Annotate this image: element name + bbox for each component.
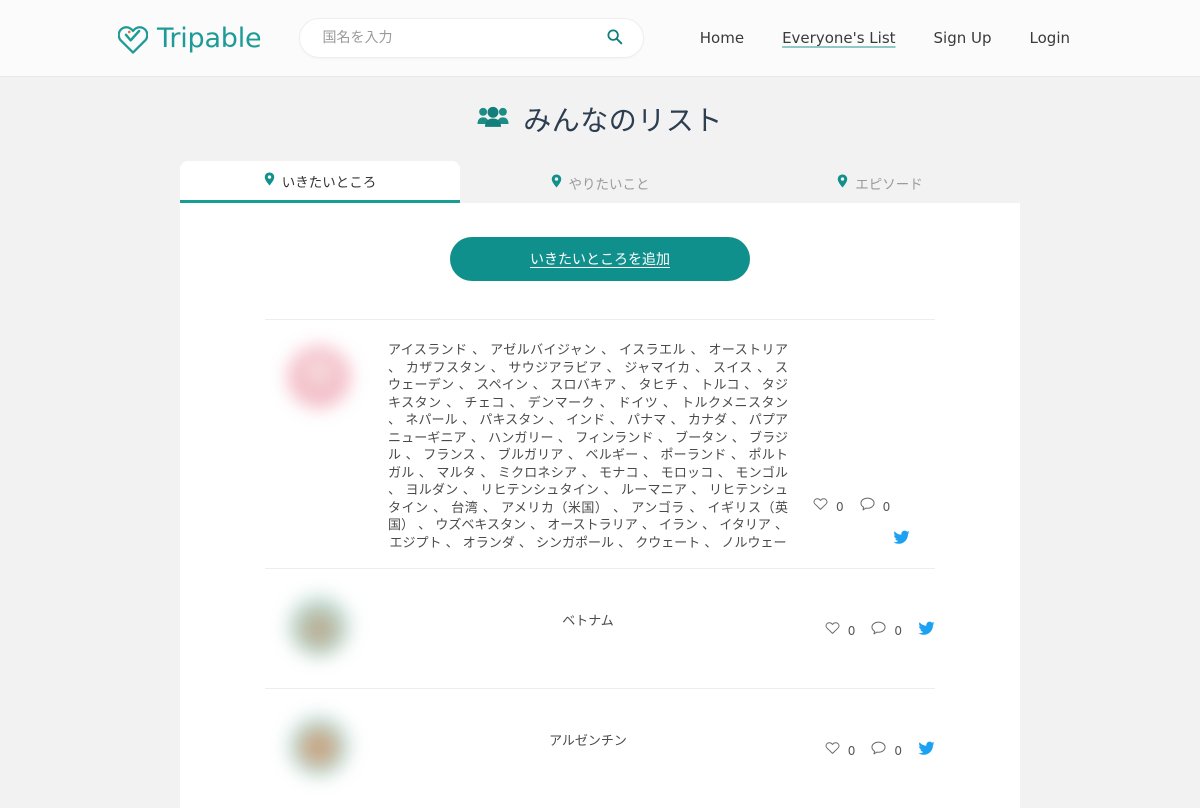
entry-actions: 0 0 bbox=[813, 591, 935, 672]
heart-icon bbox=[825, 741, 840, 760]
stat-row: 0 0 bbox=[813, 497, 906, 516]
users-group-icon bbox=[477, 104, 509, 135]
comment-button[interactable]: 0 bbox=[871, 621, 902, 640]
tab-label: やりたいこと bbox=[568, 177, 650, 193]
like-count: 0 bbox=[847, 743, 856, 758]
comment-bubble-icon bbox=[860, 497, 875, 516]
tab-label: いきたいところ bbox=[281, 174, 377, 191]
list-item[interactable]: ベトナム 0 0 bbox=[265, 568, 935, 688]
nav-link-everyones-list[interactable]: Everyone's List bbox=[782, 29, 895, 47]
twitter-bird-icon bbox=[893, 530, 910, 550]
map-pin-icon bbox=[264, 172, 275, 190]
comment-count: 0 bbox=[894, 623, 902, 638]
tab-yaritai-koto[interactable]: やりたいこと bbox=[460, 163, 740, 203]
site-header: Tripable Home Everyone's List Sign Up Lo… bbox=[0, 0, 1200, 77]
content-area: いきたいところ やりたいこと エピソード いきたいところを追加 アイスランド 、… bbox=[180, 161, 1020, 808]
comment-count: 0 bbox=[882, 499, 891, 514]
like-count: 0 bbox=[847, 623, 856, 638]
heart-icon bbox=[813, 497, 828, 516]
avatar-column bbox=[265, 591, 373, 672]
tab-episode[interactable]: エピソード bbox=[740, 163, 1020, 203]
nav-link-sign-up[interactable]: Sign Up bbox=[934, 29, 992, 47]
tab-bar: いきたいところ やりたいこと エピソード bbox=[180, 161, 1020, 203]
add-button-row: いきたいところを追加 bbox=[180, 237, 1020, 281]
heart-check-logo-icon bbox=[117, 23, 149, 54]
tab-label: エピソード bbox=[855, 177, 923, 193]
twitter-share-button[interactable] bbox=[893, 530, 910, 550]
comment-bubble-icon bbox=[871, 741, 886, 760]
list-item[interactable]: アルゼンチン 0 0 bbox=[265, 688, 935, 808]
map-pin-icon bbox=[551, 174, 562, 192]
add-ikitai-tokoro-button[interactable]: いきたいところを追加 bbox=[450, 237, 750, 281]
twitter-share-button[interactable] bbox=[918, 621, 935, 641]
comment-button[interactable]: 0 bbox=[871, 741, 902, 760]
entry-body: アイスランド 、 アゼルバイジャン 、 イスラエル 、 オーストリア 、 カザフ… bbox=[373, 342, 813, 552]
comment-bubble-icon bbox=[871, 621, 886, 640]
page-title: みんなのリスト bbox=[0, 99, 1200, 139]
entry-actions: 0 0 bbox=[813, 711, 935, 792]
search-icon bbox=[606, 28, 623, 48]
search-button[interactable] bbox=[602, 28, 627, 48]
avatar[interactable] bbox=[288, 346, 350, 408]
entry-text: アルゼンチン bbox=[549, 734, 627, 749]
brand-logo-link[interactable]: Tripable bbox=[117, 22, 262, 54]
page-title-text: みんなのリスト bbox=[523, 104, 723, 137]
entry-actions: 0 0 bbox=[813, 342, 935, 552]
list-item[interactable]: アイスランド 、 アゼルバイジャン 、 イスラエル 、 オーストリア 、 カザフ… bbox=[265, 319, 935, 568]
list-card: いきたいところを追加 アイスランド 、 アゼルバイジャン 、 イスラエル 、 オ… bbox=[180, 203, 1020, 808]
twitter-bird-icon bbox=[918, 621, 935, 641]
entry-body: ベトナム bbox=[373, 591, 813, 672]
comment-button[interactable]: 0 bbox=[860, 497, 891, 516]
twitter-share-button[interactable] bbox=[918, 741, 935, 761]
tab-ikitai-tokoro[interactable]: いきたいところ bbox=[180, 161, 460, 203]
brand-name: Tripable bbox=[157, 22, 262, 54]
comment-count: 0 bbox=[894, 743, 902, 758]
entry-text: ベトナム bbox=[562, 614, 614, 629]
search-input[interactable] bbox=[320, 19, 603, 57]
like-count: 0 bbox=[836, 499, 844, 514]
entry-list: アイスランド 、 アゼルバイジャン 、 イスラエル 、 オーストリア 、 カザフ… bbox=[180, 319, 1020, 808]
entry-text: アイスランド 、 アゼルバイジャン 、 イスラエル 、 オーストリア 、 カザフ… bbox=[388, 343, 788, 551]
nav-link-login[interactable]: Login bbox=[1030, 29, 1070, 47]
heart-icon bbox=[825, 621, 840, 640]
map-pin-icon bbox=[837, 174, 848, 192]
nav-link-home[interactable]: Home bbox=[700, 29, 744, 47]
avatar[interactable] bbox=[288, 595, 350, 657]
twitter-bird-icon bbox=[918, 741, 935, 761]
like-button[interactable]: 0 bbox=[825, 621, 856, 640]
main-navigation: Home Everyone's List Sign Up Login bbox=[700, 29, 1070, 47]
entry-body: アルゼンチン bbox=[373, 711, 813, 792]
avatar[interactable] bbox=[288, 715, 350, 777]
like-button[interactable]: 0 bbox=[813, 497, 844, 516]
search-bar[interactable] bbox=[299, 18, 645, 58]
avatar-column bbox=[265, 342, 373, 552]
avatar-column bbox=[265, 711, 373, 792]
like-button[interactable]: 0 bbox=[825, 741, 856, 760]
